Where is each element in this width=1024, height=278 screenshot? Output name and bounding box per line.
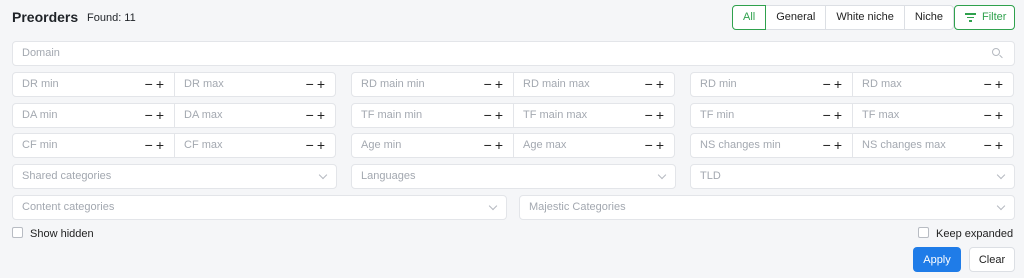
dr-min-input[interactable]: DR min −+ [12, 72, 175, 97]
cf-max-stepper[interactable]: −+ [306, 134, 328, 157]
rd-min-placeholder: RD min [700, 78, 737, 90]
chevron-down-icon [657, 170, 667, 180]
keep-expanded-label: Keep expanded [936, 228, 1014, 240]
page-title: Preorders [12, 9, 79, 25]
cf-max-input[interactable]: CF max −+ [174, 133, 336, 158]
tf-max-stepper[interactable]: −+ [984, 104, 1006, 127]
tf-main-min-placeholder: TF main min [361, 109, 423, 121]
tf-main-max-input[interactable]: TF main max −+ [513, 103, 675, 128]
tld-select[interactable]: TLD [690, 164, 1015, 189]
rd-max-stepper[interactable]: −+ [984, 73, 1006, 96]
tab-niche[interactable]: Niche [903, 5, 954, 30]
rd-min-input[interactable]: RD min −+ [690, 72, 853, 97]
languages-select[interactable]: Languages [351, 164, 676, 189]
dr-max-stepper[interactable]: −+ [306, 73, 328, 96]
da-max-placeholder: DA max [184, 109, 223, 121]
ns-changes-min-stepper[interactable]: −+ [823, 134, 845, 157]
age-max-stepper[interactable]: −+ [645, 134, 667, 157]
chevron-down-icon [996, 170, 1006, 180]
cf-min-placeholder: CF min [22, 139, 58, 151]
age-min-placeholder: Age min [361, 139, 402, 151]
tab-all[interactable]: All [732, 5, 767, 30]
chevron-down-icon [318, 170, 328, 180]
ns-changes-min-placeholder: NS changes min [700, 139, 781, 151]
cf-max-placeholder: CF max [184, 139, 223, 151]
da-max-stepper[interactable]: −+ [306, 104, 328, 127]
cf-min-input[interactable]: CF min −+ [12, 133, 175, 158]
tf-main-max-stepper[interactable]: −+ [645, 104, 667, 127]
show-hidden-checkbox[interactable] [12, 227, 23, 238]
age-max-input[interactable]: Age max −+ [513, 133, 675, 158]
age-min-stepper[interactable]: −+ [484, 134, 506, 157]
chevron-down-icon [488, 201, 498, 211]
age-max-placeholder: Age max [523, 139, 567, 151]
rd-main-min-placeholder: RD main min [361, 78, 425, 90]
tf-main-min-stepper[interactable]: −+ [484, 104, 506, 127]
rd-main-max-placeholder: RD main max [523, 78, 590, 90]
rd-main-max-stepper[interactable]: −+ [645, 73, 667, 96]
filter-button-label: Filter [982, 11, 1007, 23]
dr-min-stepper[interactable]: −+ [145, 73, 167, 96]
tf-min-stepper[interactable]: −+ [823, 104, 845, 127]
show-hidden-label: Show hidden [30, 228, 94, 240]
niche-segmented-control: All General White niche Niche [732, 5, 954, 30]
keep-expanded-checkbox[interactable] [918, 227, 929, 238]
da-min-input[interactable]: DA min −+ [12, 103, 175, 128]
rd-min-stepper[interactable]: −+ [823, 73, 845, 96]
majestic-categories-select[interactable]: Majestic Categories [519, 195, 1015, 220]
show-hidden-option[interactable]: Show hidden [12, 227, 94, 241]
tf-max-input[interactable]: TF max −+ [852, 103, 1014, 128]
ns-changes-max-stepper[interactable]: −+ [984, 134, 1006, 157]
filter-button[interactable]: Filter [954, 5, 1015, 30]
rd-main-min-input[interactable]: RD main min −+ [351, 72, 514, 97]
tld-placeholder: TLD [700, 170, 721, 182]
found-count: Found: 11 [87, 12, 136, 24]
tf-min-placeholder: TF min [700, 109, 735, 121]
search-icon [992, 48, 1003, 59]
filter-icon [965, 13, 976, 22]
rd-main-max-input[interactable]: RD main max −+ [513, 72, 675, 97]
dr-max-input[interactable]: DR max −+ [174, 72, 336, 97]
tab-white-niche[interactable]: White niche [825, 5, 905, 30]
ns-changes-min-input[interactable]: NS changes min −+ [690, 133, 853, 158]
domain-search-input[interactable]: Domain [12, 41, 1015, 66]
da-min-stepper[interactable]: −+ [145, 104, 167, 127]
languages-placeholder: Languages [361, 170, 416, 182]
tf-max-placeholder: TF max [862, 109, 900, 121]
majestic-categories-placeholder: Majestic Categories [529, 201, 626, 213]
domain-placeholder: Domain [22, 47, 60, 59]
tf-min-input[interactable]: TF min −+ [690, 103, 853, 128]
chevron-down-icon [996, 201, 1006, 211]
content-categories-placeholder: Content categories [22, 201, 115, 213]
age-min-input[interactable]: Age min −+ [351, 133, 514, 158]
cf-min-stepper[interactable]: −+ [145, 134, 167, 157]
da-min-placeholder: DA min [22, 109, 58, 121]
ns-changes-max-input[interactable]: NS changes max −+ [852, 133, 1014, 158]
keep-expanded-option[interactable]: Keep expanded [918, 227, 1013, 241]
tf-main-max-placeholder: TF main max [523, 109, 588, 121]
clear-button[interactable]: Clear [969, 247, 1015, 272]
tab-general[interactable]: General [765, 5, 827, 30]
shared-categories-select[interactable]: Shared categories [12, 164, 337, 189]
dr-min-placeholder: DR min [22, 78, 59, 90]
tf-main-min-input[interactable]: TF main min −+ [351, 103, 514, 128]
rd-max-input[interactable]: RD max −+ [852, 72, 1014, 97]
apply-button[interactable]: Apply [913, 247, 961, 272]
header-bar: Preorders Found: 11 All General White ni… [0, 0, 1024, 36]
dr-max-placeholder: DR max [184, 78, 224, 90]
shared-categories-placeholder: Shared categories [22, 170, 112, 182]
rd-max-placeholder: RD max [862, 78, 902, 90]
rd-main-min-stepper[interactable]: −+ [484, 73, 506, 96]
ns-changes-max-placeholder: NS changes max [862, 139, 946, 151]
content-categories-select[interactable]: Content categories [12, 195, 507, 220]
da-max-input[interactable]: DA max −+ [174, 103, 336, 128]
